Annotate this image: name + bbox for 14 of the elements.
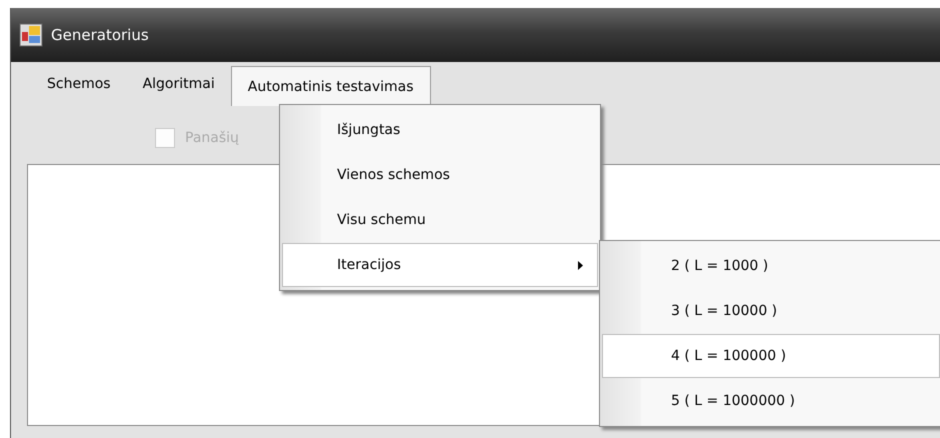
app-icon (19, 23, 43, 47)
menu-item[interactable]: Iteracijos (282, 243, 598, 287)
menu-item[interactable]: 2 ( L = 1000 ) (602, 244, 940, 288)
menu-item[interactable]: Vienos schemos (282, 153, 598, 197)
menu-item[interactable]: Algoritmai (126, 62, 231, 106)
menu-item[interactable]: Visu schemu (282, 198, 598, 242)
menu-item[interactable]: Schemos (31, 62, 127, 106)
checkbox-label: Panašių (185, 130, 239, 146)
menu-item[interactable]: 4 ( L = 100000 ) (602, 334, 940, 378)
menu-item[interactable]: Automatinis testavimas (230, 66, 431, 106)
menu-item[interactable]: 5 ( L = 1000000 ) (602, 379, 940, 423)
window-title: Generatorius (51, 26, 149, 44)
menu-item[interactable]: Išjungtas (282, 108, 598, 152)
menu-item[interactable]: 3 ( L = 10000 ) (602, 289, 940, 333)
